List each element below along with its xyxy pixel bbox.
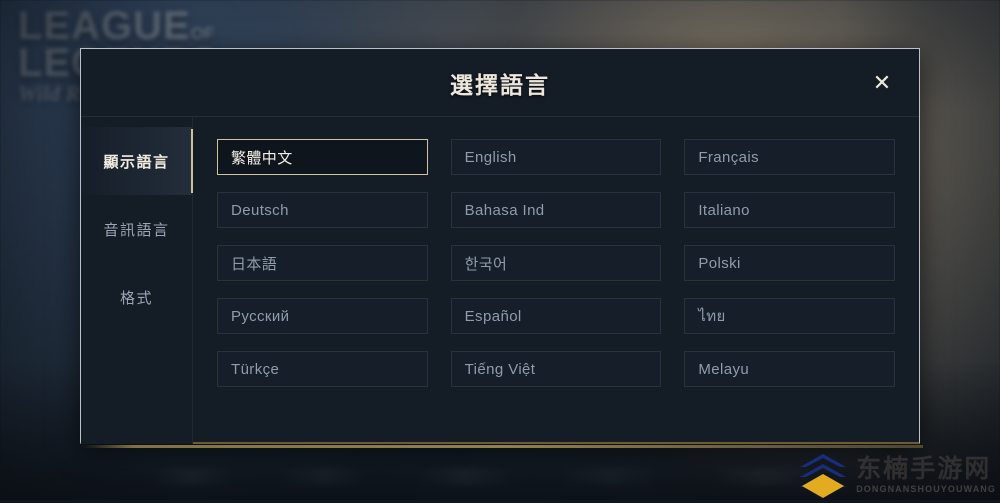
language-option[interactable]: Polski (684, 245, 895, 281)
language-option[interactable]: Melayu (684, 351, 895, 387)
language-option[interactable]: Italiano (684, 192, 895, 228)
dialog-title: 選擇語言 (450, 66, 550, 100)
logo-svg (796, 452, 850, 498)
language-option[interactable]: Русский (217, 298, 428, 334)
language-option[interactable]: Deutsch (217, 192, 428, 228)
language-list-area: 繁體中文 English Français Deutsch Bahasa Ind… (193, 117, 919, 444)
close-icon[interactable]: ✕ (867, 68, 897, 98)
watermark-text: 东楠手游网 DONGNANSHOUYOUWANG (856, 457, 996, 494)
language-option[interactable]: 繁體中文 (217, 139, 428, 175)
sidebar-item-label: 音訊語言 (103, 219, 169, 240)
watermark-name-cn: 东楠手游网 (856, 457, 996, 482)
language-option[interactable]: Español (451, 298, 662, 334)
watermark-name-en: DONGNANSHOUYOUWANG (856, 485, 996, 494)
chevron-diamond-logo-icon (796, 452, 850, 498)
language-option[interactable]: 한국어 (451, 245, 662, 281)
sidebar-item-format[interactable]: 格式 (81, 263, 192, 331)
sidebar-item-label: 格式 (120, 287, 153, 308)
dialog-sidebar: 顯示語言 音訊語言 格式 (81, 117, 193, 444)
language-selection-dialog: 選擇語言 ✕ 顯示語言 音訊語言 格式 繁體中文 English Françai… (80, 48, 920, 444)
language-option[interactable]: Bahasa Ind (451, 192, 662, 228)
sidebar-item-label: 顯示語言 (103, 151, 169, 172)
language-option[interactable]: ไทย (684, 298, 895, 334)
language-option[interactable]: 日本語 (217, 245, 428, 281)
site-watermark: 东楠手游网 DONGNANSHOUYOUWANG (796, 452, 996, 498)
language-option[interactable]: Türkçe (217, 351, 428, 387)
dialog-header: 選擇語言 ✕ (81, 49, 919, 117)
sidebar-item-display-language[interactable]: 顯示語言 (81, 127, 192, 195)
language-option[interactable]: English (451, 139, 662, 175)
language-grid: 繁體中文 English Français Deutsch Bahasa Ind… (217, 139, 895, 387)
language-option[interactable]: Français (684, 139, 895, 175)
language-option[interactable]: Tiếng Việt (451, 351, 662, 387)
dialog-body: 顯示語言 音訊語言 格式 繁體中文 English Français Deuts… (81, 117, 919, 444)
sidebar-item-audio-language[interactable]: 音訊語言 (81, 195, 192, 263)
